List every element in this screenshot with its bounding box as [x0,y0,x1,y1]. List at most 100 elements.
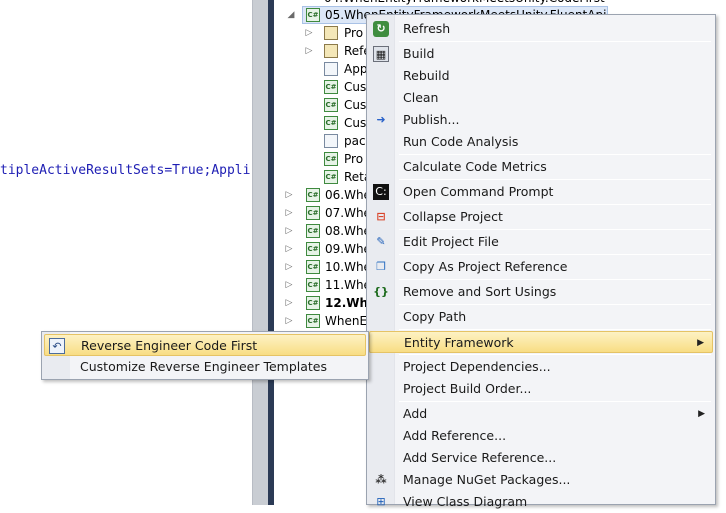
edit-icon: ✎ [376,235,386,248]
csharp-project-icon: C# [306,260,320,274]
tree-item-label: 06.Whe [325,188,371,202]
menu-item-label: Entity Framework [404,335,514,350]
menu-item-rebuild[interactable]: Rebuild [369,65,713,87]
tree-item-project[interactable]: ▷ C# 06.Whe [284,186,374,204]
sort-usings-icon: {} [373,285,389,298]
menu-item-label: Calculate Code Metrics [403,159,547,174]
menu-item-label: Copy As Project Reference [403,259,568,274]
menu-item-label: Add Service Reference... [403,450,557,465]
editor-scrollbar[interactable] [252,0,268,505]
collapsed-arrow-icon[interactable]: ▷ [284,204,294,222]
tree-item-project[interactable]: ▷ C# 10.Whe [284,258,374,276]
collapsed-arrow-icon[interactable]: ▷ [284,294,294,312]
publish-icon: ➜ [376,113,386,126]
collapsed-arrow-icon[interactable]: ▷ [284,276,294,294]
menu-item-build[interactable]: ▦ Build [369,43,713,65]
tree-item-label: 10.Whe [325,260,371,274]
tree-item-top-cut[interactable]: 04.WhenEntityFrameworkMeetsUnity.CodeFir… [324,0,605,5]
menu-separator [399,179,711,180]
csharp-project-icon: C# [306,188,320,202]
tree-item-label: 09.Whe [325,242,371,256]
nuget-icon: ⁂ [375,473,387,486]
menu-item-add[interactable]: Add ▶ [369,403,713,425]
project-context-menu: ↻ Refresh ▦ Build Rebuild Clean ➜ Publish... Run… [366,14,716,509]
collapsed-arrow-icon[interactable]: ▷ [284,186,294,204]
tree-item-project[interactable]: ▷ C# 11.Whe [284,276,374,294]
tree-item-label: WhenE [325,314,368,328]
expanded-arrow-icon[interactable]: ◢ [286,6,296,24]
submenu-item-reverse-engineer-code-first[interactable]: ↶ Reverse Engineer Code First [44,334,366,356]
tree-item-label: Cus [344,98,367,112]
menu-item-open-command-prompt[interactable]: C: Open Command Prompt [369,181,713,203]
collapsed-arrow-icon[interactable]: ▷ [284,258,294,276]
menu-item-copy-path[interactable]: Copy Path [369,306,713,328]
menu-item-run-code-analysis[interactable]: Run Code Analysis [369,131,713,153]
tree-item-label: Pro [344,152,364,166]
menu-item-collapse-project[interactable]: ⊟ Collapse Project [369,206,713,228]
menu-item-edit-project-file[interactable]: ✎ Edit Project File [369,231,713,253]
collapsed-arrow-icon[interactable]: ▷ [304,42,314,60]
copy-reference-icon: ❐ [376,260,386,273]
menu-item-add-reference[interactable]: Add Reference... [369,425,713,447]
menu-item-label: Open Command Prompt [403,184,554,199]
menu-item-view-class-diagram[interactable]: ⊞ View Class Diagram [369,491,713,513]
cs-file-icon: C# [324,98,338,112]
menu-item-remove-and-sort-usings[interactable]: {} Remove and Sort Usings [369,281,713,303]
tree-item-label: 08.Whe [325,224,371,238]
submenu-item-customize-reverse-engineer-templates[interactable]: Customize Reverse Engineer Templates [44,356,366,378]
refresh-icon: ↻ [373,21,389,37]
submenu-arrow-icon: ▶ [697,338,704,348]
tree-item-label: 07.Whe [325,206,371,220]
menu-item-label: Collapse Project [403,209,503,224]
menu-item-label: Copy Path [403,309,467,324]
menu-item-clean[interactable]: Clean [369,87,713,109]
tree-item-project[interactable]: ▷ C# 08.Whe [284,222,374,240]
menu-item-project-dependencies[interactable]: Project Dependencies... [369,356,713,378]
menu-separator [399,304,711,305]
menu-separator [399,279,711,280]
menu-item-label: Build [403,46,435,61]
csharp-project-icon: C# [306,206,320,220]
collapsed-arrow-icon[interactable]: ▷ [284,222,294,240]
command-prompt-icon: C: [373,184,389,200]
menu-item-label: Rebuild [403,68,450,83]
menu-item-publish[interactable]: ➜ Publish... [369,109,713,131]
tree-item-label: Cus [344,80,367,94]
config-file-icon [324,62,338,76]
tree-item-project[interactable]: ▷ C# 07.Whe [284,204,374,222]
menu-item-copy-as-project-reference[interactable]: ❐ Copy As Project Reference [369,256,713,278]
menu-item-label: Clean [403,90,439,105]
menu-item-label: Manage NuGet Packages... [403,472,571,487]
menu-item-calculate-code-metrics[interactable]: Calculate Code Metrics [369,156,713,178]
menu-item-refresh[interactable]: ↻ Refresh [369,18,713,40]
class-diagram-icon: ⊞ [376,495,386,508]
tree-item-label: pac [344,134,366,148]
cs-file-icon: C# [324,116,338,130]
menu-item-label: Customize Reverse Engineer Templates [80,359,327,374]
menu-separator [399,41,711,42]
menu-item-add-service-reference[interactable]: Add Service Reference... [369,447,713,469]
tree-item-label: App [344,62,368,76]
menu-separator [399,329,711,330]
menu-item-label: Reverse Engineer Code First [81,338,258,353]
entity-framework-submenu: ↶ Reverse Engineer Code First Customize Re… [41,331,369,380]
tree-item-project[interactable]: ▷ C# 12.Whe [284,294,376,312]
reverse-engineer-icon: ↶ [49,338,65,354]
menu-item-manage-nuget-packages[interactable]: ⁂ Manage NuGet Packages... [369,469,713,491]
menu-item-label: Publish... [403,112,460,127]
menu-separator [399,254,711,255]
tree-item-project[interactable]: ▷ C# 09.Whe [284,240,374,258]
tree-item-project[interactable]: ▷ C# WhenE [284,312,374,330]
collapse-icon: ⊟ [376,210,386,223]
menu-item-project-build-order[interactable]: Project Build Order... [369,378,713,400]
properties-icon [324,26,338,40]
menu-item-label: Edit Project File [403,234,499,249]
collapsed-arrow-icon[interactable]: ▷ [284,240,294,258]
csharp-project-icon: C# [306,8,320,22]
collapsed-arrow-icon[interactable]: ▷ [284,312,294,330]
csharp-project-icon: C# [306,314,320,328]
code-editor[interactable]: tipleActiveResultSets=True;Appli [0,0,252,505]
menu-item-label: Add [403,406,428,421]
menu-item-entity-framework[interactable]: Entity Framework ▶ [369,331,713,353]
collapsed-arrow-icon[interactable]: ▷ [304,24,314,42]
